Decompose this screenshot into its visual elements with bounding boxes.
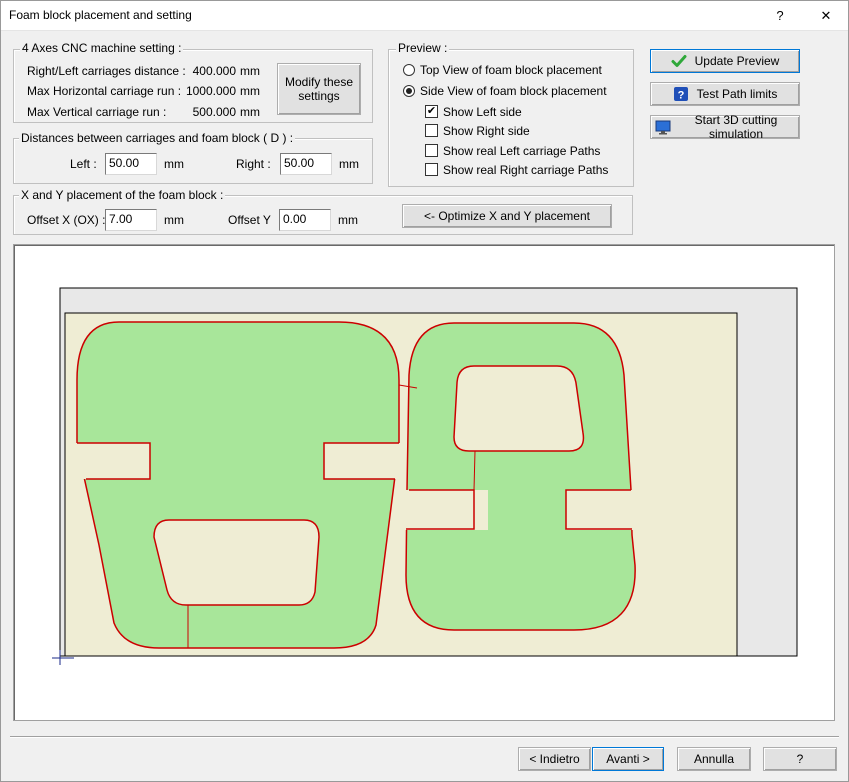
show-right-paths-label[interactable]: Show real Right carriage Paths xyxy=(443,163,608,177)
window-title: Foam block placement and setting xyxy=(9,8,192,22)
show-left-side-checkbox[interactable]: ✔ xyxy=(425,105,438,118)
show-right-side-checkbox[interactable] xyxy=(425,124,438,137)
foam-notch-right xyxy=(324,443,402,479)
foam-notch-right-shape-right xyxy=(566,490,636,530)
next-button[interactable]: Avanti > xyxy=(592,747,664,771)
show-left-paths-checkbox[interactable] xyxy=(425,144,438,157)
foam-notch-left xyxy=(74,443,150,479)
side-view-label[interactable]: Side View of foam block placement xyxy=(420,84,607,98)
max-horizontal-run-value: 1000.000 xyxy=(185,84,236,98)
distances-legend: Distances between carriages and foam blo… xyxy=(19,131,296,145)
help-blue-icon: ? xyxy=(673,86,689,102)
top-view-radio[interactable] xyxy=(403,64,415,76)
back-button[interactable]: < Indietro xyxy=(518,747,591,771)
foam-notch-right-shape-left xyxy=(404,490,488,530)
max-horizontal-run-label: Max Horizontal carriage run : xyxy=(27,84,182,98)
close-icon: ✕ xyxy=(820,7,832,23)
left-distance-unit: mm xyxy=(164,157,184,171)
max-vertical-run-label: Max Vertical carriage run : xyxy=(27,105,167,119)
max-vertical-run-value: 500.000 xyxy=(192,105,236,119)
carriage-distance-label: Right/Left carriages distance : xyxy=(27,64,186,78)
show-right-paths-checkbox[interactable] xyxy=(425,163,438,176)
max-vertical-run-unit: mm xyxy=(240,105,260,119)
update-preview-label: Update Preview xyxy=(694,54,780,68)
offset-y-input[interactable]: 0.00 xyxy=(279,209,331,231)
machine-settings-legend: 4 Axes CNC machine setting : xyxy=(20,41,184,55)
offset-y-unit: mm xyxy=(338,213,358,227)
carriage-distance-value: 400.000 xyxy=(192,64,236,78)
offset-y-label: Offset Y xyxy=(228,213,271,227)
close-button[interactable]: ✕ xyxy=(803,0,849,31)
update-preview-button[interactable]: Update Preview xyxy=(650,49,800,73)
left-distance-input[interactable]: 50.00 xyxy=(105,153,157,175)
monitor-icon xyxy=(655,119,671,135)
preview-legend: Preview : xyxy=(396,41,450,55)
offset-x-label: Offset X (OX) : xyxy=(27,213,106,227)
footer-separator xyxy=(10,736,839,738)
green-check-icon xyxy=(671,53,687,69)
test-path-limits-label: Test Path limits xyxy=(696,87,778,101)
show-right-side-label[interactable]: Show Right side xyxy=(443,124,530,138)
checkmark-icon: ✔ xyxy=(426,105,437,117)
right-distance-input[interactable]: 50.00 xyxy=(280,153,332,175)
modify-settings-button[interactable]: Modify these settings xyxy=(277,63,361,115)
start-simulation-button[interactable]: Start 3D cutting simulation xyxy=(650,113,800,141)
help-button[interactable]: ? xyxy=(763,747,837,771)
preview-panel xyxy=(13,244,835,721)
optimize-placement-button[interactable]: <- Optimize X and Y placement xyxy=(402,204,612,228)
test-path-limits-button[interactable]: ? Test Path limits xyxy=(650,82,800,106)
placement-legend: X and Y placement of the foam block : xyxy=(19,188,226,202)
carriage-distance-unit: mm xyxy=(240,64,260,78)
show-left-paths-label[interactable]: Show real Left carriage Paths xyxy=(443,144,600,158)
max-horizontal-run-unit: mm xyxy=(240,84,260,98)
left-distance-label: Left : xyxy=(70,157,97,171)
svg-text:?: ? xyxy=(677,90,684,102)
start-simulation-label: Start 3D cutting simulation xyxy=(694,113,778,141)
side-view-radio[interactable] xyxy=(403,85,415,97)
offset-x-unit: mm xyxy=(164,213,184,227)
right-distance-unit: mm xyxy=(339,157,359,171)
preview-canvas xyxy=(52,287,798,665)
show-left-side-label[interactable]: Show Left side xyxy=(443,105,522,119)
offset-x-input[interactable]: 7.00 xyxy=(105,209,157,231)
help-title-button[interactable]: ? xyxy=(757,0,803,31)
cancel-button[interactable]: Annulla xyxy=(677,747,751,771)
right-distance-label: Right : xyxy=(236,157,271,171)
top-view-label[interactable]: Top View of foam block placement xyxy=(420,63,602,77)
help-icon: ? xyxy=(776,8,784,23)
